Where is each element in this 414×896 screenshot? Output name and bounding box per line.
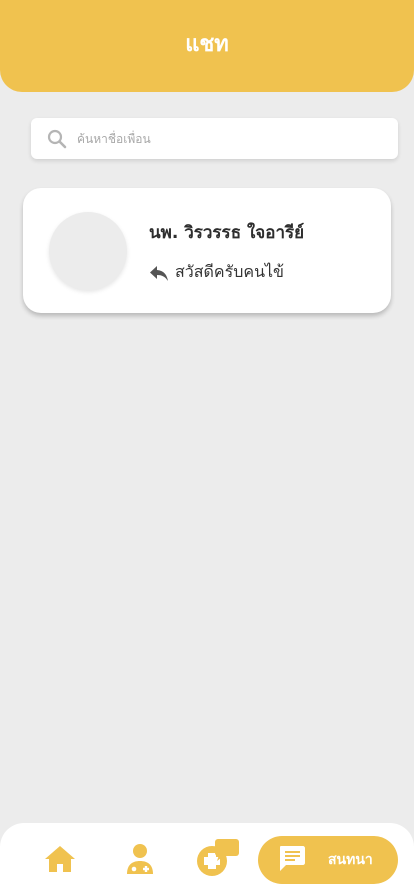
contact-name: นพ. วิรวรรธ ใจอารีย์	[149, 223, 305, 243]
nav-chat-label: สนทนา	[328, 852, 373, 868]
home-icon	[44, 844, 76, 878]
search-bar[interactable]	[31, 118, 398, 159]
search-icon	[47, 129, 67, 149]
bottom-navigation: สนทนา	[0, 823, 414, 896]
doctor-icon	[125, 843, 155, 879]
last-message: สวัสดีครับคนไข้	[175, 262, 284, 281]
chat-list-item[interactable]: นพ. วิรวรรธ ใจอารีย์ สวัสดีครับคนไข้	[23, 188, 391, 313]
nav-doctor-button[interactable]	[120, 841, 160, 881]
nav-chat-button[interactable]: สนทนา	[258, 836, 398, 884]
nav-home-button[interactable]	[40, 841, 80, 881]
app-header: แชท	[0, 0, 414, 92]
nav-consult-button[interactable]	[194, 839, 242, 881]
reply-icon	[149, 263, 169, 283]
last-message-row: สวัสดีครับคนไข้	[149, 260, 284, 285]
avatar	[49, 212, 127, 290]
page-title: แชท	[185, 31, 229, 57]
search-input[interactable]	[77, 123, 377, 154]
chat-icon	[278, 844, 306, 876]
consult-icon	[195, 838, 241, 882]
